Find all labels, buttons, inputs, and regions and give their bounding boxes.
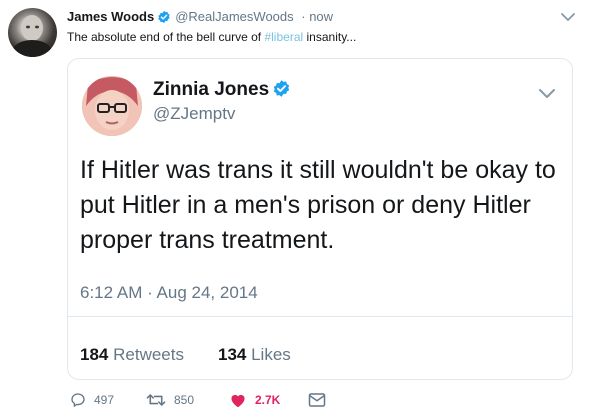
author-name[interactable]: James Woods bbox=[67, 9, 154, 24]
retweet-count: 850 bbox=[174, 393, 195, 407]
retweet-button[interactable]: 850 bbox=[146, 392, 194, 408]
retweets-label: Retweets bbox=[113, 345, 184, 364]
quoted-more-options-caret-icon[interactable] bbox=[538, 87, 556, 99]
heart-filled-icon bbox=[231, 394, 245, 408]
author-handle[interactable]: @RealJamesWoods bbox=[175, 9, 293, 24]
tweet-time[interactable]: · now bbox=[301, 9, 333, 24]
quoted-author-name-text: Zinnia Jones bbox=[153, 79, 270, 100]
hashtag-link[interactable]: #liberal bbox=[264, 30, 303, 44]
quoted-tweet-timestamp[interactable]: 6:12 AM · Aug 24, 2014 bbox=[80, 283, 258, 303]
likes-label: Likes bbox=[251, 345, 291, 364]
tweet-header: James Woods @RealJamesWoods · now bbox=[67, 9, 333, 27]
tweet-text-start: The absolute end of the bell curve of bbox=[67, 30, 265, 44]
tweet-text-end: insanity... bbox=[303, 30, 357, 44]
quoted-tweet-text: If Hitler was trans it still wouldn't be… bbox=[80, 156, 556, 254]
tweet-text: The absolute end of the bell curve of #l… bbox=[67, 30, 356, 44]
avatar-photo-icon bbox=[12, 15, 52, 57]
verified-badge-icon bbox=[157, 10, 171, 27]
more-options-caret-icon[interactable] bbox=[560, 10, 576, 22]
engagement-stats: 184 Retweets 134 Likes bbox=[80, 345, 291, 365]
retweets-count: 184 bbox=[80, 345, 109, 364]
divider bbox=[68, 316, 572, 317]
quoted-author-handle[interactable]: @ZJemptv bbox=[153, 104, 235, 124]
quoted-author-name[interactable]: Zinnia Jones bbox=[153, 79, 291, 104]
quoted-tweet-card[interactable]: Zinnia Jones @ZJemptv If Hitler was tran… bbox=[67, 58, 573, 380]
quoted-author-avatar[interactable] bbox=[82, 76, 142, 136]
avatar-photo-icon bbox=[82, 76, 142, 136]
envelope-icon bbox=[308, 393, 326, 407]
reply-button[interactable]: 497 bbox=[70, 392, 114, 408]
author-avatar[interactable] bbox=[8, 8, 57, 57]
reply-count: 497 bbox=[94, 393, 115, 407]
direct-message-button[interactable] bbox=[308, 392, 334, 408]
like-button[interactable]: 2.7K bbox=[229, 392, 280, 408]
likes-count: 134 bbox=[217, 345, 247, 364]
retweet-icon bbox=[146, 394, 166, 406]
like-count: 2.7K bbox=[255, 393, 281, 407]
reply-icon bbox=[71, 393, 85, 408]
verified-badge-icon bbox=[272, 79, 291, 104]
retweets-stat[interactable]: 184 Retweets bbox=[80, 345, 184, 364]
likes-stat[interactable]: 134 Likes bbox=[218, 345, 291, 364]
